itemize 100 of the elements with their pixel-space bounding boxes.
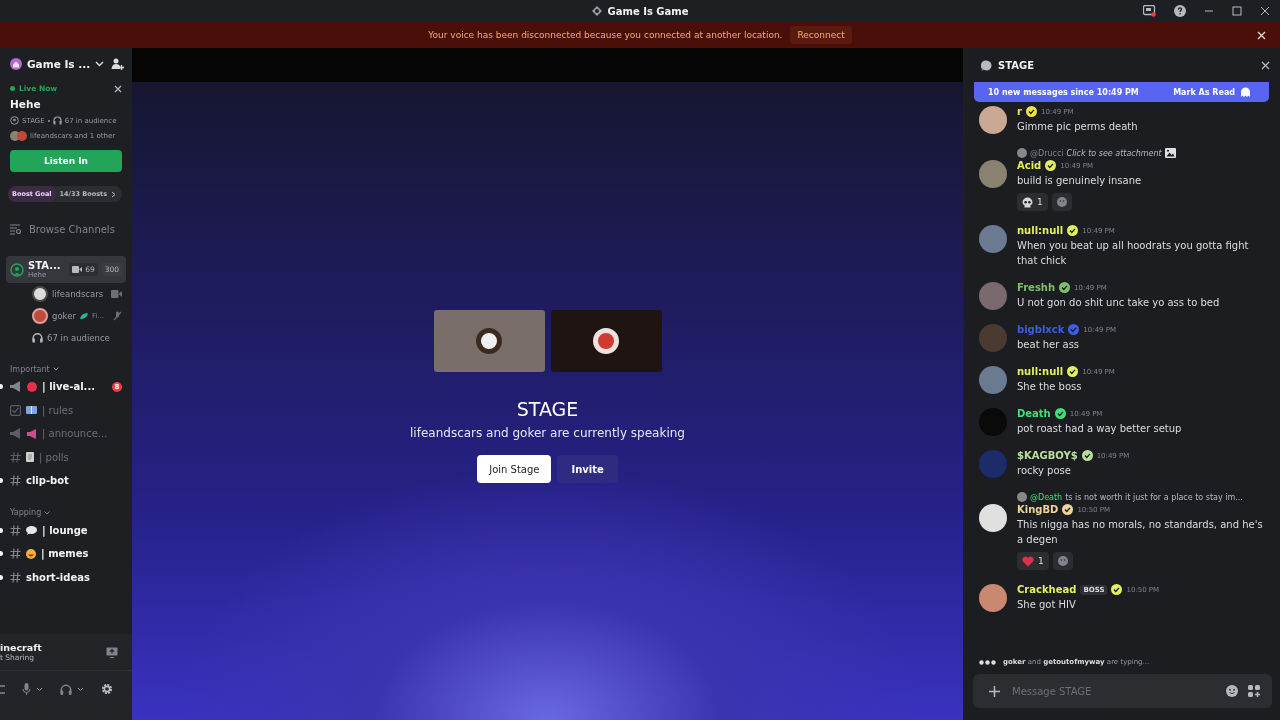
channel-name[interactable]: | live-al... bbox=[42, 381, 95, 393]
audience-count[interactable]: 67 in audience bbox=[47, 333, 110, 343]
message-field[interactable]: Message STAGE bbox=[973, 674, 1272, 708]
verified-icon bbox=[1111, 584, 1123, 595]
checklist-icon bbox=[10, 404, 21, 416]
reaction-chip[interactable]: 1 bbox=[1017, 193, 1048, 211]
add-reaction-button[interactable] bbox=[1052, 552, 1073, 570]
message-text: She the boss bbox=[1017, 380, 1083, 394]
author-name[interactable]: null:null bbox=[1017, 225, 1064, 236]
verified-icon bbox=[1068, 324, 1080, 335]
close-icon[interactable] bbox=[1257, 31, 1266, 40]
category-name[interactable]: Important bbox=[10, 364, 50, 374]
document-emoji-icon bbox=[26, 452, 34, 463]
author-name[interactable]: r bbox=[1017, 106, 1022, 117]
add-member-icon[interactable] bbox=[111, 58, 124, 70]
help-icon[interactable] bbox=[1174, 5, 1186, 17]
message-text: Gimme pic perms death bbox=[1017, 120, 1138, 134]
chevron-right-icon bbox=[111, 190, 116, 198]
headphones-icon bbox=[32, 333, 43, 343]
user-avatar[interactable] bbox=[979, 584, 1007, 612]
leaf-icon bbox=[79, 312, 88, 320]
server-logo-icon bbox=[591, 6, 602, 16]
message-text: pot roast had a way better setup bbox=[1017, 422, 1182, 436]
verified-icon bbox=[1067, 225, 1079, 236]
microphone-icon[interactable] bbox=[22, 683, 31, 695]
reply-author[interactable]: @Death bbox=[1030, 492, 1063, 502]
add-reaction-button[interactable] bbox=[1051, 193, 1072, 211]
author-name[interactable]: KingBD bbox=[1017, 504, 1059, 515]
author-name[interactable]: Crackhead bbox=[1017, 584, 1077, 595]
mark-read-icon bbox=[1240, 86, 1251, 98]
browse-channels-link[interactable]: Browse Channels bbox=[29, 223, 115, 235]
new-messages-text: 10 new messages since 10:49 PM bbox=[988, 87, 1139, 97]
message-text: She got HIV bbox=[1017, 598, 1077, 612]
message-input[interactable]: Message STAGE bbox=[1010, 684, 1216, 698]
reaction-count: 1 bbox=[1038, 556, 1044, 566]
close-icon[interactable] bbox=[1260, 6, 1270, 16]
server-name[interactable]: Game Is ... bbox=[27, 58, 91, 70]
author-name[interactable]: Death bbox=[1017, 408, 1051, 419]
category-name[interactable]: Yapping bbox=[10, 508, 42, 517]
activity-title: inecraft bbox=[0, 642, 42, 653]
hash-icon bbox=[10, 475, 21, 487]
author-name[interactable]: null:null bbox=[1017, 366, 1064, 377]
close-icon[interactable] bbox=[1261, 60, 1270, 70]
member-name[interactable]: lifeandscars bbox=[52, 289, 104, 299]
reaction-chip[interactable]: 1 bbox=[1017, 552, 1049, 570]
user-avatar[interactable] bbox=[979, 504, 1007, 532]
screen-share-icon[interactable] bbox=[106, 646, 118, 658]
stage-title: Hehe bbox=[10, 98, 42, 110]
smiley-icon[interactable] bbox=[1226, 685, 1238, 697]
hash-icon bbox=[10, 524, 21, 536]
join-stage-button[interactable]: Join Stage bbox=[477, 455, 552, 483]
stage-icon bbox=[10, 262, 24, 277]
user-avatar[interactable] bbox=[979, 106, 1007, 134]
chat-title: STAGE bbox=[998, 59, 1035, 71]
channel-name[interactable]: short-ideas bbox=[26, 571, 90, 583]
reply-preview[interactable]: ts is not worth it just for a place to stay im... bbox=[1065, 492, 1243, 502]
chevron-down-icon bbox=[52, 367, 59, 371]
smiley-icon bbox=[1057, 556, 1068, 566]
stage-icon bbox=[10, 116, 19, 125]
verified-icon bbox=[1067, 366, 1079, 377]
plus-icon[interactable] bbox=[989, 685, 1000, 697]
image-icon bbox=[1164, 148, 1176, 158]
headphones-icon bbox=[52, 116, 62, 125]
author-name[interactable]: Acid bbox=[1017, 160, 1042, 171]
inbox-icon[interactable] bbox=[1143, 5, 1156, 17]
headphones-icon[interactable] bbox=[60, 683, 72, 695]
apps-icon[interactable] bbox=[1248, 685, 1260, 697]
megaphone-emoji-icon bbox=[27, 428, 37, 439]
list-search-icon bbox=[10, 223, 22, 235]
invite-button[interactable]: Invite bbox=[557, 455, 618, 483]
message-text: build is genuinely insane bbox=[1017, 174, 1142, 188]
channel-name[interactable]: | memes bbox=[41, 548, 89, 560]
message-text: rocky pose bbox=[1017, 464, 1072, 478]
close-icon[interactable] bbox=[114, 84, 122, 93]
maximize-icon[interactable] bbox=[1232, 6, 1242, 16]
chevron-down-icon bbox=[44, 510, 51, 515]
reply-author[interactable]: @Drucci bbox=[1030, 148, 1064, 158]
message-text: This nigga has no morals, no standards, and he's a degen bbox=[1017, 518, 1264, 547]
author-name[interactable]: Freshh bbox=[1017, 282, 1056, 293]
hash-icon bbox=[10, 571, 21, 583]
reply-preview[interactable]: Click to see attachment bbox=[1066, 148, 1162, 158]
channel-name[interactable]: | lounge bbox=[42, 524, 88, 536]
megaphone-icon bbox=[10, 428, 22, 440]
camera-icon bbox=[72, 266, 83, 273]
channel-name[interactable]: clip-bot bbox=[26, 475, 69, 487]
settings-icon[interactable] bbox=[101, 683, 113, 695]
reconnect-button[interactable]: Reconnect bbox=[790, 26, 852, 44]
hash-icon bbox=[10, 548, 21, 560]
message-text: beat her ass bbox=[1017, 338, 1081, 352]
speaker-tile[interactable] bbox=[550, 310, 662, 372]
new-messages-bar[interactable]: 10 new messages since 10:49 PM Mark As Read bbox=[974, 82, 1269, 102]
author-name[interactable]: $KAGBOY$ bbox=[1017, 450, 1078, 461]
megaphone-icon bbox=[10, 381, 22, 393]
stage-heading: STAGE bbox=[516, 398, 579, 420]
channel-name: STA... bbox=[28, 260, 61, 271]
verified-icon bbox=[1025, 106, 1037, 117]
message-text: When you beat up all hoodrats you gotta fight that chick bbox=[1017, 239, 1250, 268]
mark-as-read-link[interactable]: Mark As Read bbox=[1173, 87, 1235, 97]
member-name[interactable]: goker bbox=[52, 311, 76, 321]
speaker-tile[interactable] bbox=[433, 310, 545, 372]
